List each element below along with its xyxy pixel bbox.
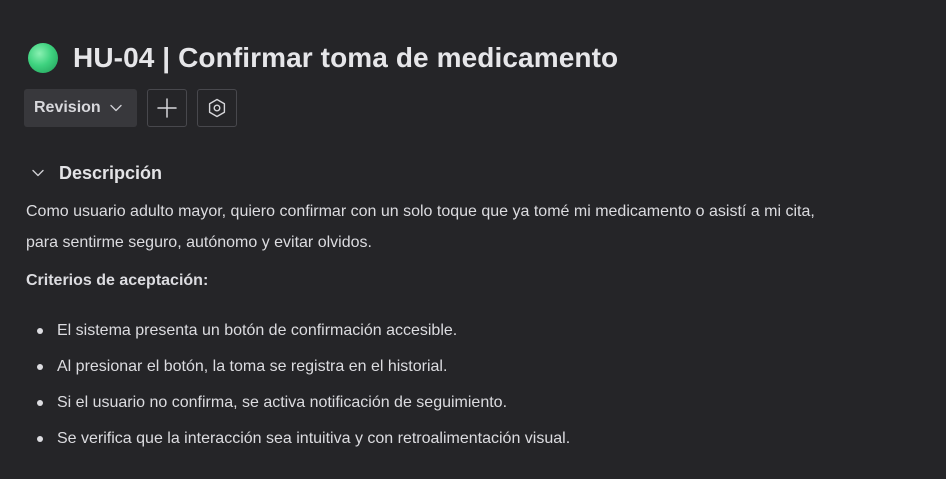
list-item: El sistema presenta un botón de confirma… (26, 313, 570, 349)
status-dropdown-label: Revision (34, 99, 101, 116)
list-item: Si el usuario no confirma, se activa not… (26, 385, 570, 421)
bullet (37, 364, 43, 370)
toolbar: Revision (24, 89, 237, 127)
chevron-down-icon (32, 169, 48, 177)
section-title: Descripción (59, 162, 163, 183)
criteria-text: Si el usuario no confirma, se activa not… (57, 394, 508, 411)
story-detail-page: HU-04 | Confirmar toma de medicamento Re… (0, 0, 946, 479)
plus-icon (157, 98, 177, 118)
description-line: para sentirme seguro, autónomo y evitar … (26, 234, 372, 251)
list-item: Se verifica que la interacción sea intui… (26, 421, 570, 457)
criteria-text: Se verifica que la interacción sea intui… (57, 430, 571, 447)
bullet (37, 400, 43, 406)
criteria-text: El sistema presenta un botón de confirma… (57, 322, 458, 339)
status-dropdown[interactable]: Revision (24, 89, 137, 127)
criteria-heading: Criterios de aceptación: (26, 272, 209, 289)
description-text: Como usuario adulto mayor, quiero confir… (26, 196, 946, 258)
page-title: HU-04 | Confirmar toma de medicamento (73, 42, 619, 73)
chevron-down-icon (109, 104, 122, 112)
add-button[interactable] (147, 89, 187, 127)
bullet (37, 328, 43, 334)
settings-button[interactable] (197, 89, 237, 127)
description-line: Como usuario adulto mayor, quiero confir… (26, 203, 815, 220)
list-item: Al presionar el botón, la toma se regist… (26, 349, 570, 385)
bullet (37, 436, 43, 442)
status-dot (28, 43, 58, 73)
criteria-list: El sistema presenta un botón de confirma… (26, 313, 570, 457)
description-section-toggle[interactable]: Descripción (32, 160, 162, 186)
title-row: HU-04 | Confirmar toma de medicamento (28, 38, 618, 78)
criteria-text: Al presionar el botón, la toma se regist… (57, 358, 448, 375)
hexagon-settings-icon (207, 98, 227, 118)
